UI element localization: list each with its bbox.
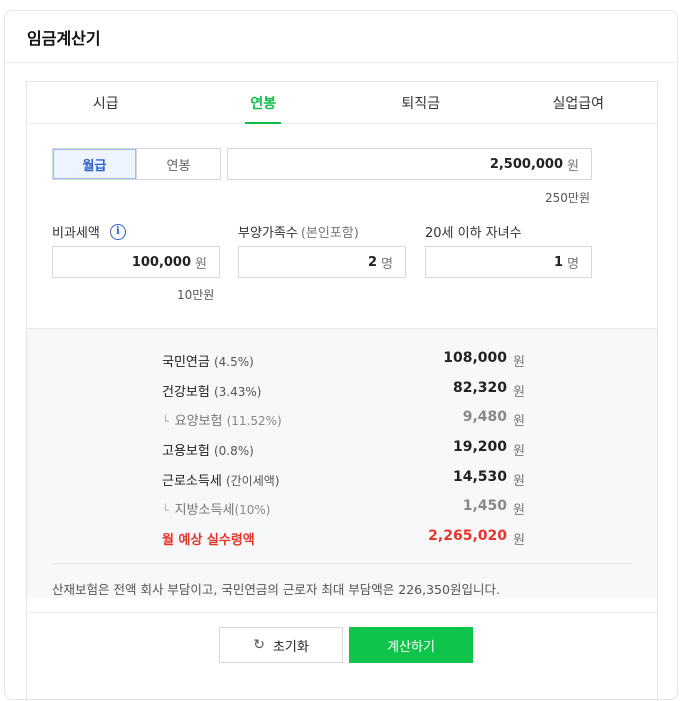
result-value: 19,200 [452,439,507,455]
refresh-icon: ↻ [253,637,265,653]
dependents-input[interactable]: 2 명 [238,246,406,278]
dependents-unit: 명 [381,256,393,272]
result-row-employment: 고용보험 (0.8%) 19,200 원 [27,439,657,460]
tree-marker: └ [162,415,169,428]
result-row-local-tax: └ 지방소득세(10%) 1,450 원 [27,498,657,519]
result-row-pension: 국민연금 (4.5%) 108,000 원 [27,350,657,371]
result-unit: 원 [513,385,525,400]
result-unit: 원 [513,533,525,548]
children-value: 1 [553,254,564,270]
result-unit: 원 [513,503,525,518]
non-taxable-label: 비과세액 i [52,222,126,241]
result-label: └ 지방소득세(10%) [162,503,271,518]
info-icon[interactable]: i [109,223,126,240]
result-unit: 원 [513,355,525,370]
dependents-value: 2 [367,254,378,270]
tab-hourly[interactable]: 시급 [27,82,185,123]
non-taxable-input[interactable]: 100,000 원 [52,246,220,278]
input-form: 월급 연봉 2,500,000 원 250만원 비과세액 i 부양가족수 (본인… [27,124,657,329]
result-panel: 국민연금 (4.5%) 108,000 원 건강보험 (3.43%) 82,32… [27,328,657,598]
page-title: 임금계산기 [27,28,101,48]
pay-type-toggle: 월급 연봉 [52,148,221,180]
dependents-label-text: 부양가족수 [238,226,298,241]
result-label: 고용보험 (0.8%) [162,444,254,459]
result-value: 82,320 [452,380,507,396]
salary-unit: 원 [567,158,579,174]
reset-button[interactable]: ↻ 초기화 [219,627,343,663]
children-label: 20세 이하 자녀수 [425,222,522,241]
reset-label: 초기화 [272,639,309,655]
children-unit: 명 [567,256,579,272]
wage-calculator-card: 임금계산기 시급 연봉 퇴직금 실업급여 월급 연봉 2,500,000 원 2… [4,10,678,701]
non-taxable-value: 100,000 [131,254,192,270]
result-label: 월 예상 실수령액 [162,533,255,548]
tab-annual[interactable]: 연봉 [185,82,343,123]
card-header: 임금계산기 [5,11,677,63]
salary-hint: 250만원 [545,191,590,205]
non-taxable-hint: 10만원 [177,288,215,302]
result-row-income-tax: 근로소득세 (간이세액) 14,530 원 [27,469,657,490]
result-unit: 원 [513,414,525,429]
result-row-net-pay: 월 예상 실수령액 2,265,020 원 [27,528,657,549]
tab-severance[interactable]: 퇴직금 [342,82,500,123]
annual-button[interactable]: 연봉 [136,149,220,179]
monthly-button[interactable]: 월급 [53,149,136,179]
dependents-label: 부양가족수 (본인포함) [238,222,359,241]
calculator-tabs: 시급 연봉 퇴직금 실업급여 [27,82,657,124]
salary-input[interactable]: 2,500,000 원 [227,148,592,180]
result-value: 108,000 [443,350,507,366]
result-label: 건강보험 (3.43%) [162,385,262,400]
result-value: 2,265,020 [428,528,507,544]
children-label-text: 20세 이하 자녀수 [425,226,522,241]
result-row-health: 건강보험 (3.43%) 82,320 원 [27,380,657,401]
footnote: 산재보험은 전액 회사 부담이고, 국민연금의 근로자 최대 부담액은 226,… [52,582,500,597]
result-value: 1,450 [462,498,507,514]
calculate-button[interactable]: 계산하기 [349,627,473,663]
result-unit: 원 [513,444,525,459]
result-value: 14,530 [452,469,507,485]
tab-unemployment[interactable]: 실업급여 [500,82,658,123]
result-label: 근로소득세 (간이세액) [162,474,280,489]
non-taxable-unit: 원 [195,256,207,272]
result-label: └ 요양보험 (11.52%) [162,414,282,429]
result-unit: 원 [513,474,525,489]
salary-value: 2,500,000 [489,156,564,172]
children-input[interactable]: 1 명 [425,246,592,278]
result-value: 9,480 [462,409,507,425]
result-label: 국민연금 (4.5%) [162,355,254,370]
divider [52,563,632,564]
action-bar: ↻ 초기화 계산하기 [27,612,657,692]
tree-marker: └ [162,504,169,517]
non-taxable-label-text: 비과세액 [52,226,100,241]
result-row-care: └ 요양보험 (11.52%) 9,480 원 [27,409,657,430]
dependents-label-sub: (본인포함) [300,226,359,241]
calculator-panel: 시급 연봉 퇴직금 실업급여 월급 연봉 2,500,000 원 250만원 비… [26,81,658,701]
